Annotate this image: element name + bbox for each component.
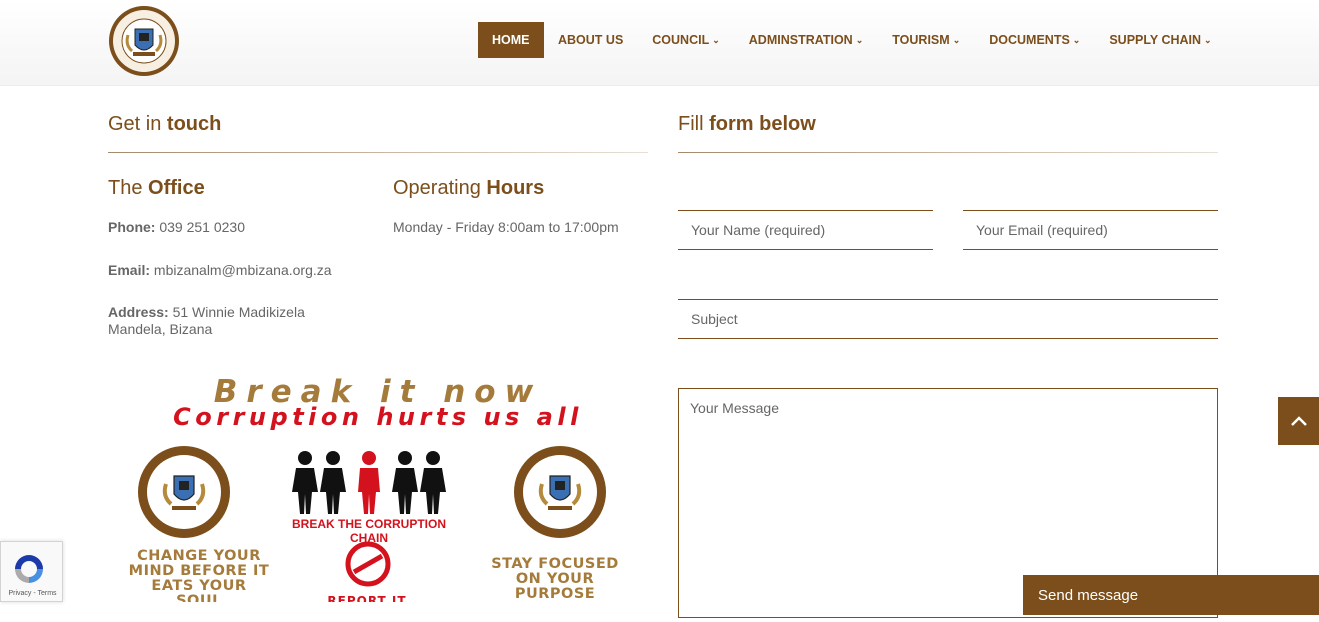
recaptcha-terms-link[interactable]: Terms	[38, 590, 57, 597]
left-caption: CHANGE YOUR MIND BEFORE IT EATS YOUR SOU…	[114, 548, 284, 603]
municipality-badge-left	[138, 446, 230, 538]
email-label: Email:	[108, 262, 151, 278]
send-message-button[interactable]: Send message	[1023, 575, 1319, 615]
nav-tourism-label: TOURISM	[892, 33, 950, 47]
address-line1: 51 Winnie Madikizela	[172, 304, 305, 320]
chevron-down-icon: ⌄	[1204, 35, 1212, 45]
banner-slogan-corruption: Corruption hurts us all	[173, 403, 583, 431]
main-nav: HOME ABOUT US COUNCIL ⌄ ADMINSTRATION ⌄ TO…	[478, 22, 1226, 58]
hours-text: Monday - Friday 8:00am to 17:00pm	[393, 219, 619, 235]
right-caption: STAY FOCUSED ON YOUR PURPOSE	[470, 557, 640, 602]
divider	[108, 152, 648, 153]
people-chain-icon	[292, 451, 446, 514]
recaptcha-badge[interactable]: Privacy - Terms	[0, 541, 63, 602]
chevron-down-icon: ⌄	[952, 35, 961, 45]
address-label: Address:	[108, 304, 169, 320]
nav-supply-chain-label: SUPPLY CHAIN	[1109, 33, 1202, 47]
nav-adminstration[interactable]: ADMINSTRATION ⌄	[734, 22, 877, 58]
address-info: Address: 51 Winnie Madikizela Mandela, Bi…	[108, 304, 305, 338]
nav-documents-label: DOCUMENTS	[989, 33, 1070, 47]
heading-prefix: Get in	[108, 113, 162, 135]
left-caption-line: MIND BEFORE IT	[128, 563, 270, 579]
phone-label: Phone:	[108, 219, 156, 235]
no-entry-icon	[345, 541, 391, 587]
address-line2: Mandela, Bizana	[108, 321, 213, 337]
chevron-down-icon: ⌄	[1072, 35, 1081, 45]
heading-bold: Hours	[486, 177, 545, 199]
get-in-touch-heading: Get in touch	[108, 113, 221, 136]
phone-value: 039 251 0230	[159, 219, 245, 235]
chevron-down-icon: ⌄	[855, 35, 864, 45]
nav-council-label: COUNCIL	[652, 33, 710, 47]
nav-tourism[interactable]: TOURISM ⌄	[878, 22, 975, 58]
recaptcha-icon	[15, 555, 43, 583]
heading-prefix: Operating	[393, 177, 481, 199]
divider	[678, 152, 1218, 153]
chevron-up-icon	[1290, 416, 1307, 426]
right-caption-line: ON YOUR	[515, 571, 595, 587]
phone-info: Phone: 039 251 0230	[108, 219, 245, 236]
email-value[interactable]: mbizanalm@mbizana.org.za	[154, 262, 332, 278]
heading-prefix: Fill	[678, 113, 704, 135]
recaptcha-links: Privacy - Terms	[1, 590, 64, 597]
operating-hours-heading: Operating Hours	[393, 177, 544, 200]
site-header: HOME ABOUT US COUNCIL ⌄ ADMINSTRATION ⌄ TO…	[0, 0, 1319, 86]
form-heading: Fill form below	[678, 113, 816, 136]
name-input[interactable]	[678, 211, 933, 249]
email-field	[963, 210, 1218, 250]
nav-council[interactable]: COUNCIL ⌄	[638, 22, 735, 58]
nav-about-us[interactable]: ABOUT US	[544, 22, 638, 58]
chevron-down-icon: ⌄	[712, 35, 720, 45]
anti-corruption-banner: Break it now Corruption hurts us all BRE…	[108, 370, 648, 602]
nav-home-label: HOME	[492, 33, 530, 47]
name-field	[678, 210, 933, 250]
heading-bold: form below	[709, 113, 816, 135]
left-caption-line: SOUL	[176, 593, 222, 603]
left-caption-line: EATS YOUR	[151, 578, 247, 594]
subject-input[interactable]	[678, 300, 1218, 338]
heading-prefix: The	[108, 177, 143, 199]
email-input[interactable]	[963, 211, 1218, 249]
subject-field	[678, 299, 1218, 339]
nav-about-us-label: ABOUT US	[558, 33, 624, 47]
nav-documents[interactable]: DOCUMENTS ⌄	[975, 22, 1095, 58]
send-message-label: Send message	[1038, 587, 1139, 604]
municipality-logo[interactable]	[108, 5, 180, 77]
office-heading: The Office	[108, 177, 205, 200]
nav-adminstration-label: ADMINSTRATION	[748, 33, 853, 47]
email-info: Email: mbizanalm@mbizana.org.za	[108, 262, 332, 279]
scroll-to-top-button[interactable]	[1278, 397, 1319, 445]
recaptcha-privacy-link[interactable]: Privacy	[8, 590, 31, 597]
nav-home[interactable]: HOME	[478, 22, 544, 58]
report-caption: REPORT IT	[327, 594, 407, 602]
right-caption-line: STAY FOCUSED	[491, 556, 619, 572]
nav-supply-chain[interactable]: SUPPLY CHAIN ⌄	[1095, 22, 1226, 58]
heading-bold: touch	[166, 113, 222, 135]
heading-bold: Office	[148, 177, 205, 199]
municipality-badge-right	[514, 446, 606, 538]
left-caption-line: CHANGE YOUR	[137, 548, 261, 564]
right-caption-line: PURPOSE	[514, 586, 596, 602]
